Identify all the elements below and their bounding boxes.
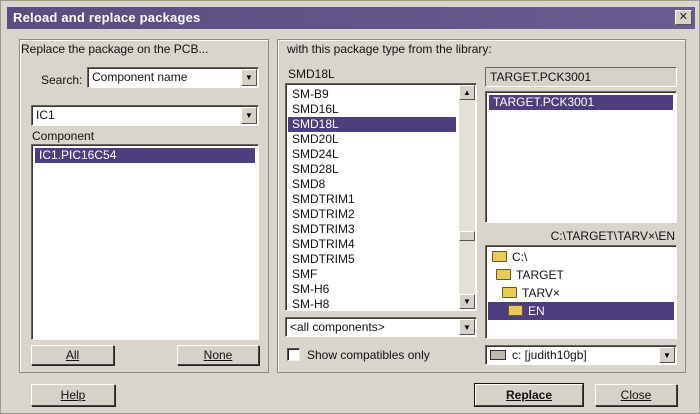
component-label: Component xyxy=(32,129,95,143)
package-scrollbar[interactable]: ▲ ▼ xyxy=(459,85,475,309)
none-button-label: None xyxy=(203,348,233,362)
component-name-value: IC1 xyxy=(36,108,55,122)
scroll-down-icon[interactable]: ▼ xyxy=(459,294,475,309)
all-button-label: All xyxy=(65,348,80,362)
folder-label: EN xyxy=(528,304,545,318)
dialog-window: Reload and replace packages ✕ Replace th… xyxy=(0,0,700,414)
library-current: TARGET.PCK3001 xyxy=(485,67,677,87)
component-name-combo[interactable]: IC1 ▼ xyxy=(31,105,259,126)
left-panel-heading: Replace the package on the PCB... xyxy=(21,42,209,56)
show-compatibles-label: Show compatibles only xyxy=(307,348,430,362)
right-panel-heading: with this package type from the library: xyxy=(287,42,492,56)
chevron-down-icon[interactable]: ▼ xyxy=(241,69,257,86)
scroll-thumb[interactable] xyxy=(459,231,475,241)
folder-icon xyxy=(502,287,517,298)
list-item[interactable]: SMD8 xyxy=(288,177,456,192)
list-item[interactable]: SMDTRIM5 xyxy=(288,252,456,267)
list-item[interactable]: SMF xyxy=(288,267,456,282)
window-title: Reload and replace packages xyxy=(13,10,201,25)
list-item[interactable]: TARGET.PCK3001 xyxy=(489,95,673,110)
package-current: SMD18L xyxy=(288,67,335,81)
close-button[interactable]: Close xyxy=(595,384,677,406)
list-item[interactable]: SMD18L xyxy=(288,117,456,132)
chevron-down-icon[interactable]: ▼ xyxy=(241,107,257,124)
list-item[interactable]: SMDTRIM1 xyxy=(288,192,456,207)
list-item[interactable]: SM-H6 xyxy=(288,282,456,297)
list-item[interactable]: SMDTRIM3 xyxy=(288,222,456,237)
search-mode-select[interactable]: Component name ▼ xyxy=(87,67,259,88)
folder-icon xyxy=(496,269,511,280)
none-button[interactable]: None xyxy=(177,345,259,365)
close-icon[interactable]: ✕ xyxy=(675,10,692,25)
folder-label: TARGET xyxy=(516,268,564,282)
chevron-down-icon[interactable]: ▼ xyxy=(459,319,475,335)
component-filter-select[interactable]: <all components> ▼ xyxy=(285,317,477,337)
list-item[interactable]: SMD28L xyxy=(288,162,456,177)
component-list[interactable]: IC1.PIC16C54 xyxy=(31,144,259,340)
folder-open-icon xyxy=(508,305,523,316)
folder-icon xyxy=(492,251,507,262)
folder-label: C:\ xyxy=(512,250,528,264)
replace-button[interactable]: Replace xyxy=(475,384,583,406)
drive-select[interactable]: c: [judith10gb] ▼ xyxy=(485,345,677,365)
help-button-label: Help xyxy=(60,388,86,402)
search-label: Search: xyxy=(41,73,83,87)
list-item[interactable]: SM-H8 xyxy=(288,297,456,312)
help-button[interactable]: Help xyxy=(31,384,115,406)
list-item[interactable]: SMD24L xyxy=(288,147,456,162)
folder-item[interactable]: C:\ xyxy=(488,248,674,266)
list-item[interactable]: SMDTRIM2 xyxy=(288,207,456,222)
list-item[interactable]: IC1.PIC16C54 xyxy=(35,148,255,163)
drive-value: c: [judith10gb] xyxy=(512,348,587,362)
all-button[interactable]: All xyxy=(31,345,114,365)
component-filter-value: <all components> xyxy=(290,320,385,334)
list-item[interactable]: SMD16L xyxy=(288,102,456,117)
list-item[interactable]: SM-B9 xyxy=(288,87,456,102)
folder-item[interactable]: TARV× xyxy=(488,284,674,302)
list-item[interactable]: SMDTRIM4 xyxy=(288,237,456,252)
package-list[interactable]: SM-B9 SMD16L SMD18L SMD20L SMD24L SMD28L… xyxy=(285,83,477,311)
chevron-down-icon[interactable]: ▼ xyxy=(659,347,675,363)
folder-item[interactable]: TARGET xyxy=(488,266,674,284)
replace-button-label: Replace xyxy=(505,388,553,402)
folder-label: TARV× xyxy=(522,286,560,300)
search-mode-value: Component name xyxy=(92,70,188,84)
scroll-up-icon[interactable]: ▲ xyxy=(459,85,475,100)
title-bar: Reload and replace packages ✕ xyxy=(7,7,695,29)
library-list[interactable]: TARGET.PCK3001 xyxy=(485,91,677,223)
folder-tree[interactable]: C:\ TARGET TARV× EN xyxy=(485,245,677,339)
show-compatibles-checkbox[interactable] xyxy=(287,348,300,361)
list-item[interactable]: SMD20L xyxy=(288,132,456,147)
current-path: C:\TARGET\TARV×\EN xyxy=(550,229,675,243)
folder-item[interactable]: EN xyxy=(488,302,674,320)
drive-icon xyxy=(490,350,506,360)
close-button-label: Close xyxy=(620,388,652,402)
